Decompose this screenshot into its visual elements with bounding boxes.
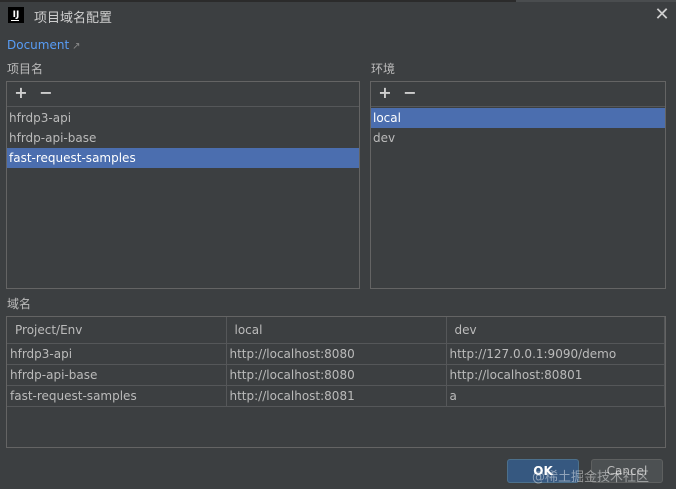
- table-header-row: Project/Env local dev: [7, 317, 665, 344]
- close-icon[interactable]: ✕: [652, 5, 672, 25]
- table-row[interactable]: hfrdp-api-base http://localhost:8080 http:…: [7, 364, 665, 386]
- projects-list: hfrdp3-api hfrdp-api-base fast-request-sam…: [7, 108, 359, 168]
- domain-cell[interactable]: http://localhost:8080: [226, 343, 447, 365]
- domains-table: Project/Env local dev hfrdp3-api http://loc…: [7, 317, 665, 407]
- add-project-icon[interactable]: +: [12, 83, 30, 103]
- table-row[interactable]: hfrdp3-api http://localhost:8080 http://12…: [7, 343, 665, 365]
- project-cell: hfrdp-api-base: [7, 364, 227, 386]
- column-header[interactable]: dev: [446, 317, 665, 344]
- intellij-logo-icon: IJ: [8, 7, 24, 23]
- project-cell: hfrdp3-api: [7, 343, 227, 365]
- cancel-button[interactable]: Cancel: [591, 459, 663, 483]
- envs-toolbar: + −: [371, 82, 665, 107]
- project-list-item[interactable]: fast-request-samples: [7, 148, 359, 168]
- project-cell: fast-request-samples: [7, 385, 227, 407]
- domain-cell[interactable]: http://localhost:8080: [226, 364, 447, 386]
- projects-toolbar: + −: [7, 82, 359, 107]
- domain-cell[interactable]: http://localhost:8081: [226, 385, 447, 407]
- table-row[interactable]: fast-request-samples http://localhost:808…: [7, 385, 665, 407]
- project-list-item[interactable]: hfrdp-api-base: [7, 128, 359, 148]
- domain-cell[interactable]: http://localhost:80801: [446, 364, 665, 386]
- remove-env-icon[interactable]: −: [401, 83, 419, 103]
- window-title: 项目域名配置: [34, 11, 113, 26]
- env-list-item[interactable]: dev: [371, 128, 665, 148]
- title-bar-edge: [516, 0, 676, 2]
- envs-panel: + − local dev: [370, 81, 666, 289]
- domains-label: 域名: [7, 297, 32, 311]
- document-link[interactable]: Document ↗: [7, 38, 81, 52]
- projects-panel: + − hfrdp3-api hfrdp-api-base fast-request…: [6, 81, 360, 289]
- envs-label: 环境: [371, 62, 396, 76]
- domain-cell[interactable]: a: [446, 385, 665, 407]
- ok-button[interactable]: OK: [507, 459, 579, 483]
- env-list-item[interactable]: local: [371, 108, 665, 128]
- projects-label: 项目名: [7, 62, 44, 76]
- project-list-item[interactable]: hfrdp3-api: [7, 108, 359, 128]
- add-env-icon[interactable]: +: [376, 83, 394, 103]
- document-link-label[interactable]: Document: [7, 38, 69, 52]
- envs-list: local dev: [371, 108, 665, 148]
- domain-cell[interactable]: http://127.0.0.1:9090/demo: [446, 343, 665, 365]
- remove-project-icon[interactable]: −: [37, 83, 55, 103]
- column-header[interactable]: Project/Env: [7, 317, 227, 344]
- external-link-icon: ↗: [72, 41, 81, 52]
- domains-table-panel: Project/Env local dev hfrdp3-api http://loc…: [6, 316, 666, 448]
- column-header[interactable]: local: [226, 317, 447, 344]
